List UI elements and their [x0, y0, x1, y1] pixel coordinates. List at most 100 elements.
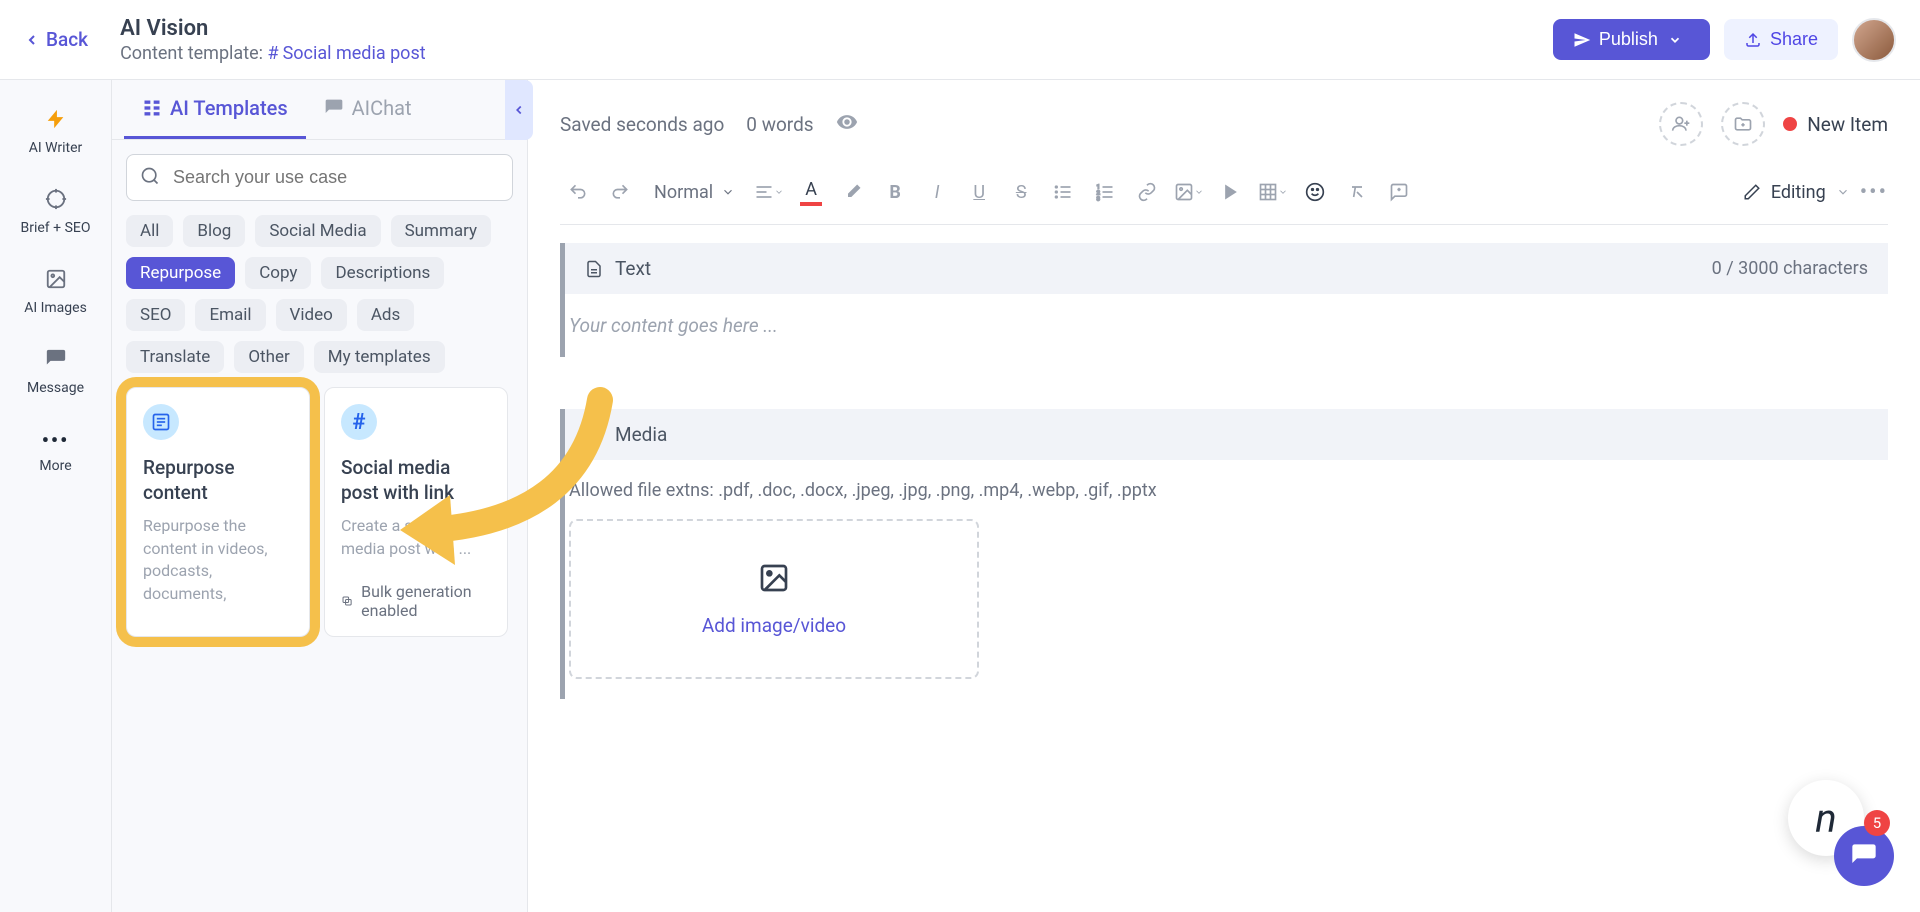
svg-text:3: 3 — [1097, 196, 1100, 202]
highlight-button[interactable] — [835, 174, 871, 210]
media-dropzone[interactable]: Add image/video — [569, 519, 979, 679]
bold-button[interactable]: B — [877, 174, 913, 210]
publish-button[interactable]: Publish — [1553, 19, 1710, 60]
align-button[interactable] — [751, 174, 787, 210]
card-title: Social media post with link — [341, 456, 491, 505]
chip-all[interactable]: All — [126, 215, 173, 247]
template-search — [126, 154, 513, 201]
chat-icon — [45, 348, 67, 374]
tab-label: AIChat — [352, 96, 412, 120]
numbered-list-button[interactable]: 123 — [1087, 174, 1123, 210]
page-title: AI Vision — [120, 16, 1553, 41]
target-icon — [45, 188, 67, 214]
support-chat-fab[interactable] — [1834, 826, 1894, 886]
add-folder-button[interactable] — [1721, 102, 1765, 146]
chevron-left-icon — [24, 32, 40, 48]
redo-button[interactable] — [602, 174, 638, 210]
media-hint: Allowed file extns: .pdf, .doc, .docx, .… — [569, 480, 1884, 501]
search-icon — [140, 166, 160, 190]
card-footer: Bulk generation enabled — [341, 582, 491, 620]
comment-button[interactable] — [1381, 174, 1417, 210]
rail-label: AI Images — [24, 300, 87, 316]
bolt-icon — [45, 108, 67, 134]
rail-ai-images[interactable]: AI Images — [0, 260, 111, 324]
tab-ai-templates[interactable]: AI Templates — [124, 80, 306, 139]
editing-label: Editing — [1771, 182, 1826, 203]
dots-icon: ••• — [42, 428, 70, 452]
word-count: 0 words — [746, 113, 813, 136]
text-color-button[interactable]: A — [793, 174, 829, 210]
chevron-down-icon — [774, 187, 784, 197]
chip-seo[interactable]: SEO — [126, 299, 185, 331]
item-status[interactable]: New Item — [1783, 113, 1888, 136]
table-button[interactable] — [1255, 174, 1291, 210]
chat-icon — [324, 98, 344, 118]
search-input[interactable] — [126, 154, 513, 201]
card-desc: Create a social media post with ... — [341, 515, 491, 560]
bullet-list-button[interactable] — [1045, 174, 1081, 210]
content-placeholder: Your content goes here ... — [569, 314, 778, 337]
chevron-down-icon — [1836, 185, 1850, 199]
link-button[interactable] — [1129, 174, 1165, 210]
rail-brief-seo[interactable]: Brief + SEO — [0, 180, 111, 244]
undo-button[interactable] — [560, 174, 596, 210]
preview-button[interactable] — [836, 111, 858, 138]
clear-format-button[interactable] — [1339, 174, 1375, 210]
chip-descriptions[interactable]: Descriptions — [321, 257, 444, 289]
chevron-down-icon — [1194, 187, 1204, 197]
block-label: Media — [615, 423, 667, 446]
card-title: Repurpose content — [143, 456, 293, 505]
share-button[interactable]: Share — [1724, 19, 1838, 60]
chip-email[interactable]: Email — [195, 299, 265, 331]
dropzone-label: Add image/video — [702, 614, 846, 637]
content-template-line: Content template: #Social media post — [120, 43, 1553, 64]
underline-button[interactable]: U — [961, 174, 997, 210]
rail-ai-writer[interactable]: AI Writer — [0, 100, 111, 164]
text-editor-body[interactable]: Your content goes here ... — [565, 294, 1888, 357]
tab-ai-chat[interactable]: AIChat — [306, 80, 430, 139]
chevron-left-icon — [512, 103, 526, 117]
app-header: Back AI Vision Content template: #Social… — [0, 0, 1920, 80]
chip-summary[interactable]: Summary — [391, 215, 491, 247]
image-button[interactable] — [1171, 174, 1207, 210]
rail-message[interactable]: Message — [0, 340, 111, 404]
rail-label: Message — [27, 380, 84, 396]
media-block: Media Allowed file extns: .pdf, .doc, .d… — [560, 409, 1888, 699]
add-collaborator-button[interactable] — [1659, 102, 1703, 146]
nav-rail: AI Writer Brief + SEO AI Images Message … — [0, 80, 112, 912]
strikethrough-button[interactable]: S — [1003, 174, 1039, 210]
back-button[interactable]: Back — [24, 28, 88, 51]
card-repurpose-content[interactable]: Repurpose content Repurpose the content … — [126, 387, 310, 637]
chevron-down-icon — [721, 185, 735, 199]
rail-more[interactable]: ••• More — [0, 420, 111, 482]
chip-repurpose[interactable]: Repurpose — [126, 257, 235, 289]
chip-video[interactable]: Video — [276, 299, 347, 331]
chip-translate[interactable]: Translate — [126, 341, 224, 373]
subtitle-label: Content template: — [120, 43, 263, 64]
paragraph-style-select[interactable]: Normal — [644, 176, 745, 209]
chip-copy[interactable]: Copy — [245, 257, 311, 289]
chip-blog[interactable]: Blog — [183, 215, 245, 247]
editing-mode-select[interactable]: Editing — [1743, 182, 1850, 203]
template-link[interactable]: Social media post — [283, 43, 426, 64]
more-options-button[interactable]: ••• — [1860, 180, 1888, 205]
newspaper-icon — [143, 404, 179, 440]
text-block: Text 0 / 3000 characters Your content go… — [560, 243, 1888, 357]
panel-collapse-button[interactable] — [505, 80, 533, 140]
chip-social-media[interactable]: Social Media — [255, 215, 380, 247]
editor-toolbar: Normal A B I U S — [560, 164, 1888, 225]
status-dot — [1783, 117, 1797, 131]
image-icon — [45, 268, 67, 294]
grid-icon — [142, 98, 162, 118]
chip-my-templates[interactable]: My templates — [314, 341, 445, 373]
emoji-button[interactable] — [1297, 174, 1333, 210]
user-avatar[interactable] — [1852, 18, 1896, 62]
chip-other[interactable]: Other — [234, 341, 303, 373]
video-button[interactable] — [1213, 174, 1249, 210]
italic-button[interactable]: I — [919, 174, 955, 210]
chip-ads[interactable]: Ads — [357, 299, 414, 331]
card-social-media-post[interactable]: # Social media post with link Create a s… — [324, 387, 508, 637]
chat-icon — [1850, 842, 1878, 870]
share-label: Share — [1770, 29, 1818, 50]
n-label: n — [1815, 795, 1836, 842]
